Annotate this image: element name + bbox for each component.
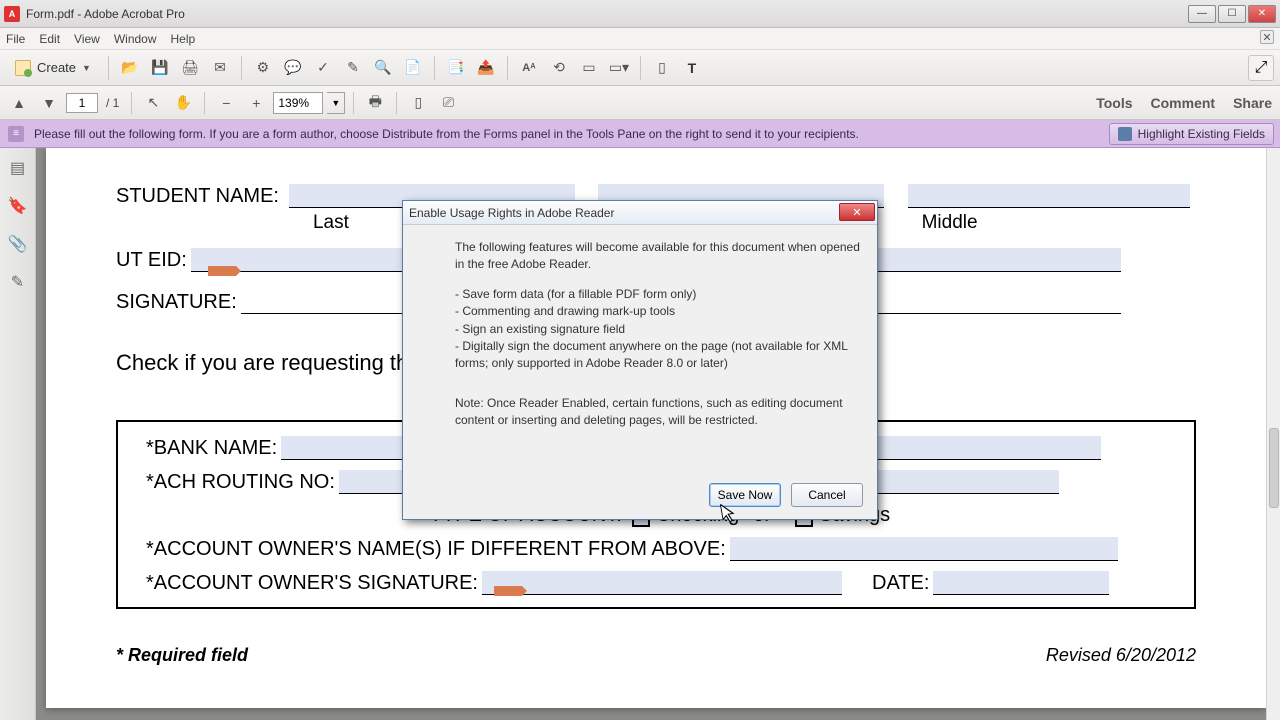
cancel-button[interactable]: Cancel: [791, 483, 863, 507]
close-button[interactable]: ✕: [1248, 5, 1276, 23]
label-bank-name: *BANK NAME:: [146, 437, 277, 460]
comment-pane-button[interactable]: Comment: [1151, 95, 1216, 111]
zoom-dropdown-icon[interactable]: ▼: [327, 92, 345, 114]
maximize-button[interactable]: ☐: [1218, 5, 1246, 23]
left-sidebar: ▤ 🔖 📎 ✎: [0, 148, 36, 720]
dialog-titlebar[interactable]: Enable Usage Rights in Adobe Reader ✕: [403, 201, 877, 225]
dialog-feature-2: - Commenting and drawing mark-up tools: [455, 304, 675, 318]
menu-file[interactable]: File: [6, 32, 25, 46]
label-owner-sig: *ACCOUNT OWNER'S SIGNATURE:: [146, 572, 478, 595]
crop-icon[interactable]: ▭: [576, 55, 602, 81]
label-signature: SIGNATURE:: [116, 291, 237, 314]
dialog-body: The following features will become avail…: [403, 225, 877, 475]
comment-bubble-icon[interactable]: 💬: [280, 55, 306, 81]
menu-view[interactable]: View: [74, 32, 100, 46]
chevron-down-icon: ▼: [82, 63, 91, 73]
field-marker-icon: [494, 586, 522, 596]
open-icon[interactable]: 📂: [117, 55, 143, 81]
create-button[interactable]: Create ▼: [6, 55, 100, 81]
label-student-name: STUDENT NAME:: [116, 185, 279, 208]
search-doc-icon[interactable]: 🔍: [370, 55, 396, 81]
print-icon[interactable]: 🖨: [177, 55, 203, 81]
dialog-feature-3: - Sign an existing signature field: [455, 322, 625, 336]
share-pane-button[interactable]: Share: [1233, 95, 1272, 111]
highlight-fields-button[interactable]: Highlight Existing Fields: [1109, 123, 1274, 145]
add-page-icon[interactable]: 📄: [400, 55, 426, 81]
dialog-feature-4: - Digitally sign the document anywhere o…: [455, 339, 847, 370]
minimize-button[interactable]: —: [1188, 5, 1216, 23]
create-label: Create: [37, 60, 76, 75]
field-owner-sig[interactable]: [482, 571, 842, 595]
menu-help[interactable]: Help: [171, 32, 196, 46]
dialog-close-button[interactable]: ✕: [839, 203, 875, 221]
nav-toolbar: ▲ ▼ / 1 ↖ ✋ − + ▼ 🖶 ▯ ⎚ Tools Comment Sh…: [0, 86, 1280, 120]
select-tool-icon[interactable]: ↖: [140, 90, 166, 116]
label-date: DATE:: [872, 572, 929, 595]
window-titlebar: A Form.pdf - Adobe Acrobat Pro — ☐ ✕: [0, 0, 1280, 28]
label-owner-name: *ACCOUNT OWNER'S NAME(S) IF DIFFERENT FR…: [146, 538, 726, 561]
stamp-icon[interactable]: ✓: [310, 55, 336, 81]
bookmarks-panel-icon[interactable]: 🔖: [8, 196, 28, 216]
form-notice-bar: ≡ Please fill out the following form. If…: [0, 120, 1280, 148]
save-icon[interactable]: 💾: [147, 55, 173, 81]
zoom-out-icon[interactable]: −: [213, 90, 239, 116]
document-close-icon[interactable]: ✕: [1260, 30, 1274, 44]
window-title: Form.pdf - Adobe Acrobat Pro: [26, 7, 1186, 21]
fit-page-icon[interactable]: ▯: [405, 90, 431, 116]
scanner-icon[interactable]: 🖶: [362, 90, 388, 116]
field-middle-name[interactable]: [908, 184, 1190, 208]
label-ach-routing: *ACH ROUTING NO:: [146, 471, 335, 494]
pdf-export-icon[interactable]: 📤: [473, 55, 499, 81]
field-marker-icon: [208, 266, 236, 276]
form-notice-icon: ≡: [8, 126, 24, 142]
dialog-feature-1: - Save form data (for a fillable PDF for…: [455, 287, 696, 301]
menu-window[interactable]: Window: [114, 32, 157, 46]
page-total-label: / 1: [106, 96, 119, 110]
dialog-intro: The following features will become avail…: [455, 239, 861, 274]
form-notice-text: Please fill out the following form. If y…: [34, 127, 859, 141]
signatures-panel-icon[interactable]: ✎: [8, 272, 28, 292]
field-owner-name[interactable]: [730, 537, 1118, 561]
pages-panel-icon[interactable]: ▤: [8, 158, 28, 178]
dialog-note: Note: Once Reader Enabled, certain funct…: [455, 395, 861, 430]
gear-icon[interactable]: ⚙: [250, 55, 276, 81]
page-layout-icon[interactable]: ▯: [649, 55, 675, 81]
enable-usage-rights-dialog: Enable Usage Rights in Adobe Reader ✕ Th…: [402, 200, 878, 520]
zoom-level-input[interactable]: [273, 92, 323, 114]
text-tool-icon[interactable]: T: [679, 55, 705, 81]
label-required-field: * Required field: [116, 645, 248, 666]
page-down-icon[interactable]: ▼: [36, 90, 62, 116]
menu-edit[interactable]: Edit: [39, 32, 60, 46]
page-up-icon[interactable]: ▲: [6, 90, 32, 116]
crop-dropdown-icon[interactable]: ▭▾: [606, 55, 632, 81]
attachments-panel-icon[interactable]: 📎: [8, 234, 28, 254]
main-toolbar: Create ▼ 📂 💾 🖨 ✉ ⚙ 💬 ✓ ✎ 🔍 📄 📑 📤 Aᴬ ⟲ ▭ …: [0, 50, 1280, 86]
hand-tool-icon[interactable]: ✋: [170, 90, 196, 116]
sublabel-middle: Middle: [902, 212, 1196, 234]
pdf-merge-icon[interactable]: 📑: [443, 55, 469, 81]
app-icon: A: [4, 6, 20, 22]
tools-pane-button[interactable]: Tools: [1096, 95, 1132, 111]
signature-icon[interactable]: ✎: [340, 55, 366, 81]
label-revised: Revised 6/20/2012: [1046, 645, 1196, 666]
highlight-fields-label: Highlight Existing Fields: [1138, 127, 1265, 141]
highlight-icon: [1118, 127, 1132, 141]
zoom-in-icon[interactable]: +: [243, 90, 269, 116]
label-ut-eid: UT EID:: [116, 249, 187, 272]
text-size-icon[interactable]: Aᴬ: [516, 55, 542, 81]
scrollbar-thumb[interactable]: [1269, 428, 1279, 508]
create-icon: [15, 60, 31, 76]
expand-toolbar-icon[interactable]: ⤢: [1248, 55, 1274, 81]
page-number-input[interactable]: [66, 93, 98, 113]
email-icon[interactable]: ✉: [207, 55, 233, 81]
fit-width-icon[interactable]: ⎚: [435, 90, 461, 116]
menubar: File Edit View Window Help ✕: [0, 28, 1280, 50]
dialog-title: Enable Usage Rights in Adobe Reader: [409, 206, 614, 220]
save-now-button[interactable]: Save Now: [709, 483, 781, 507]
rotate-icon[interactable]: ⟲: [546, 55, 572, 81]
field-date[interactable]: [933, 571, 1109, 595]
vertical-scrollbar[interactable]: [1266, 148, 1280, 720]
